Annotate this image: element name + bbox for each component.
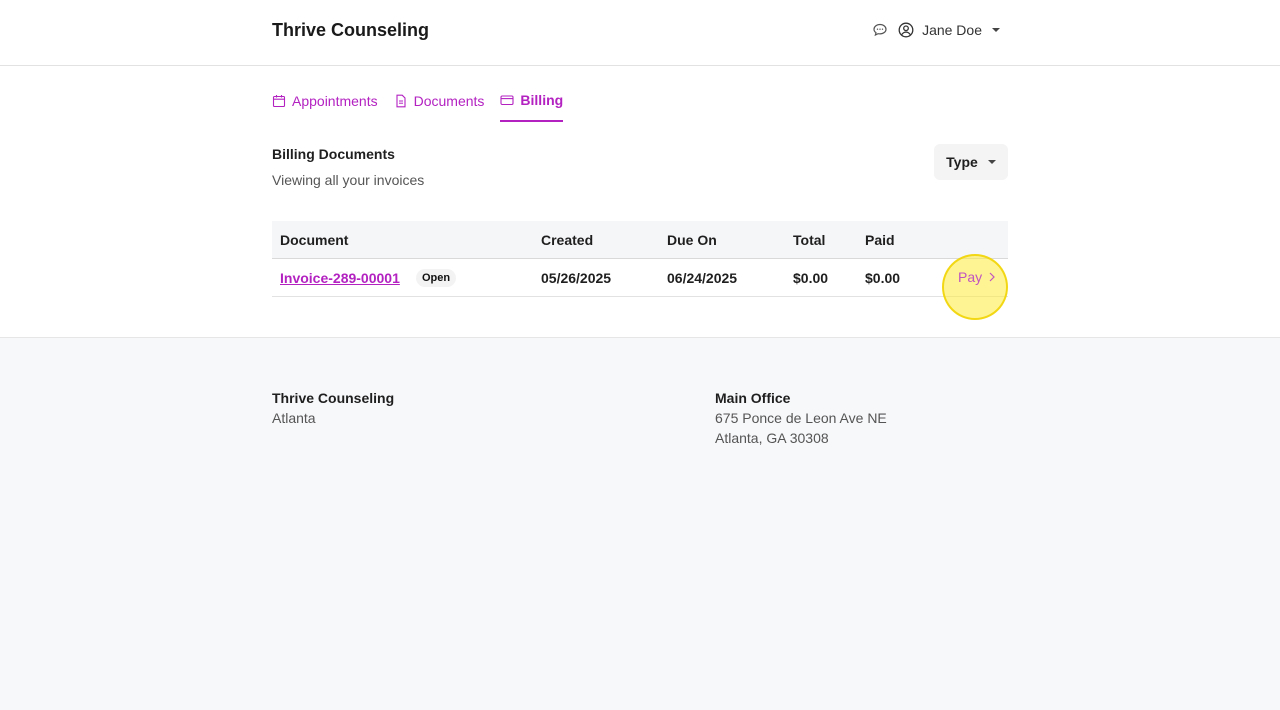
tab-label: Documents xyxy=(413,93,485,109)
footer-practice-info: Thrive Counseling Atlanta xyxy=(272,388,394,428)
calendar-icon xyxy=(272,95,286,108)
footer-practice-city: Atlanta xyxy=(272,410,316,426)
created-date: 05/26/2025 xyxy=(541,270,612,286)
footer-office-info: Main Office 675 Ponce de Leon Ave NE Atl… xyxy=(715,388,887,448)
status-badge: Open xyxy=(416,269,457,287)
chevron-right-icon xyxy=(989,272,995,282)
section-subtitle: Viewing all your invoices xyxy=(272,172,425,188)
type-filter-button[interactable]: Type xyxy=(934,144,1008,180)
pay-label: Pay xyxy=(958,269,983,285)
chevron-down-icon xyxy=(987,160,996,164)
credit-card-icon xyxy=(500,95,514,106)
brand-name[interactable]: Thrive Counseling xyxy=(272,20,429,41)
footer-practice-name: Thrive Counseling xyxy=(272,390,395,406)
invoice-link[interactable]: Invoice-289-00001 xyxy=(280,270,400,286)
click-highlight xyxy=(942,254,1008,320)
main-content: Appointments Documents Billing Billing D… xyxy=(0,66,1280,338)
pay-button-area: Pay xyxy=(942,254,1008,320)
chevron-down-icon xyxy=(992,28,1000,32)
tab-appointments[interactable]: Appointments xyxy=(272,90,378,122)
user-avatar-icon xyxy=(898,22,914,38)
total-amount: $0.00 xyxy=(793,270,829,286)
chat-icon[interactable] xyxy=(872,22,888,38)
user-menu[interactable]: Jane Doe xyxy=(898,22,1000,38)
column-header-due-on: Due On xyxy=(667,232,717,248)
footer-office-address-line2: Atlanta, GA 30308 xyxy=(715,430,829,446)
tab-label: Billing xyxy=(520,92,564,108)
top-header: Thrive Counseling Jane Doe xyxy=(0,0,1280,66)
column-header-created: Created xyxy=(541,232,594,248)
tab-label: Appointments xyxy=(292,93,378,109)
nav-tabs: Appointments Documents Billing xyxy=(272,90,564,122)
column-header-document: Document xyxy=(280,232,349,248)
footer-office-address-line1: 675 Ponce de Leon Ave NE xyxy=(715,410,887,426)
due-date: 06/24/2025 xyxy=(667,270,738,286)
column-header-total: Total xyxy=(793,232,826,248)
section-title: Billing Documents xyxy=(272,146,395,162)
tab-billing[interactable]: Billing xyxy=(500,90,564,122)
paid-amount: $0.00 xyxy=(865,270,901,286)
table-row: Invoice-289-00001 Open 05/26/2025 06/24/… xyxy=(272,254,1008,320)
tab-documents[interactable]: Documents xyxy=(394,90,485,122)
column-header-paid: Paid xyxy=(865,232,895,248)
billing-table: Document Created Due On Total Paid Invoi… xyxy=(272,221,1008,320)
table-header: Document Created Due On Total Paid xyxy=(272,221,1008,259)
header-actions: Jane Doe xyxy=(872,22,1000,38)
user-name: Jane Doe xyxy=(922,22,982,38)
document-icon xyxy=(396,94,406,108)
pay-button[interactable]: Pay xyxy=(958,269,996,285)
footer-office-title: Main Office xyxy=(715,390,791,406)
type-filter-label: Type xyxy=(946,154,978,170)
